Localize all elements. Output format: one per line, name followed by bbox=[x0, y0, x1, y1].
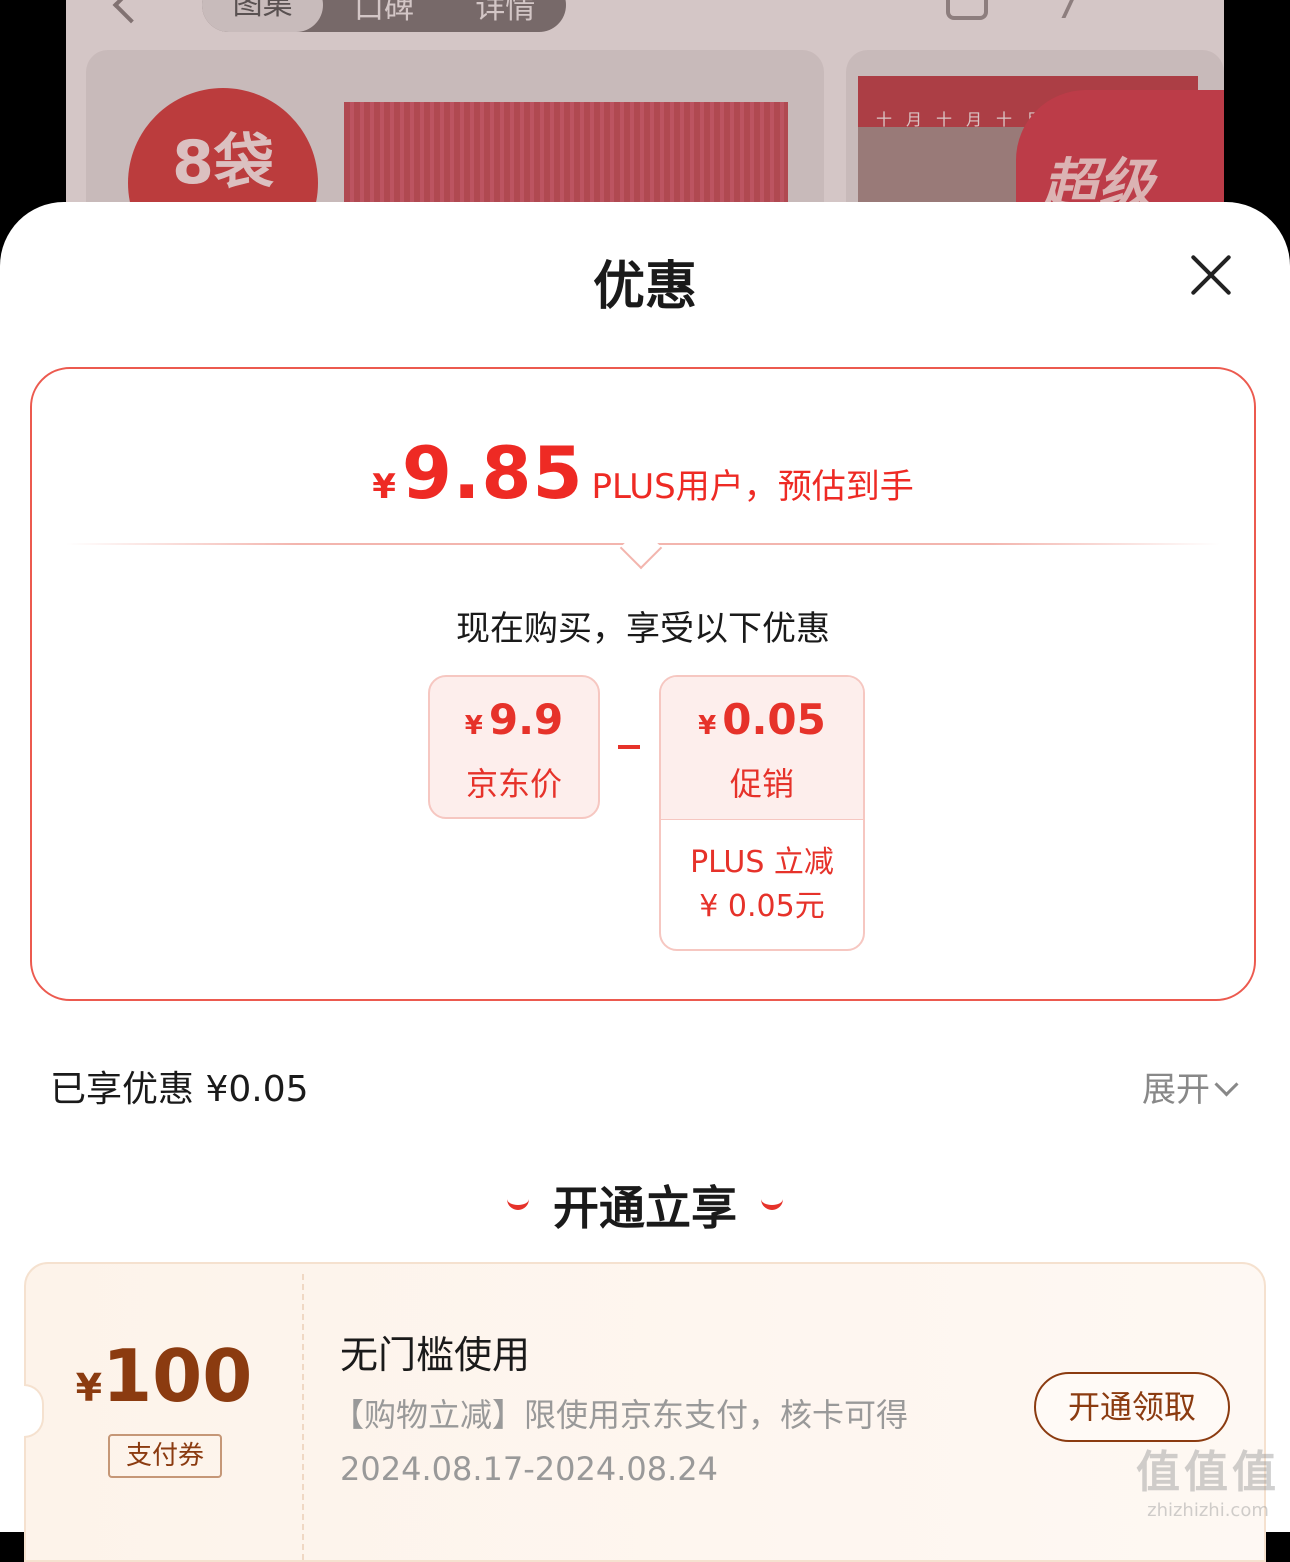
expand-button[interactable]: 展开 bbox=[1142, 1062, 1239, 1111]
promo-chip-header: ¥0.05 促销 bbox=[661, 677, 863, 820]
smile-left-icon bbox=[507, 1193, 529, 1210]
expand-label: 展开 bbox=[1142, 1070, 1210, 1110]
coupon-type-tag: 支付券 bbox=[108, 1434, 222, 1478]
coupon-currency: ¥ bbox=[75, 1366, 103, 1410]
jd-price-value: 9.9 bbox=[488, 695, 564, 744]
watermark-url: zhizhizhi.com bbox=[1147, 1500, 1269, 1521]
buy-now-text: 现在购买，享受以下优惠 bbox=[456, 609, 830, 649]
coupon-date-range: 2024.08.17-2024.08.24 bbox=[340, 1450, 718, 1488]
activate-claim-button[interactable]: 开通领取 bbox=[1034, 1372, 1230, 1442]
discount-sheet: 优惠 ¥9.85 PLUS用户，预估到手 现在购买，享受以下优惠 ¥9.9 京东价… bbox=[0, 202, 1290, 1562]
promo-detail-line1: PLUS 立减 bbox=[690, 845, 834, 880]
promo-label: 促销 bbox=[729, 765, 794, 803]
coupon-value: ¥100 bbox=[26, 1334, 302, 1418]
payment-coupon-card: ¥100 支付券 无门槛使用 【购物立减】限使用京东支付，核卡可得 2024.0… bbox=[24, 1262, 1266, 1562]
chevron-down-icon bbox=[1214, 1072, 1239, 1097]
promo-value: 0.05 bbox=[722, 695, 826, 744]
estimated-price: 9.85 bbox=[401, 431, 584, 515]
jd-price-label: 京东价 bbox=[465, 765, 562, 803]
jd-price-amount: ¥9.9 bbox=[430, 695, 598, 744]
minus-sign bbox=[618, 745, 640, 749]
section-title: 开通立享 bbox=[0, 1172, 1290, 1238]
jd-price-chip: ¥9.9 京东价 bbox=[428, 675, 600, 819]
smile-right-icon bbox=[761, 1193, 783, 1210]
estimate-currency: ¥ bbox=[372, 467, 396, 507]
jd-price-currency: ¥ bbox=[464, 711, 483, 741]
promo-amount: ¥0.05 bbox=[661, 695, 863, 744]
watermark: 值值值 zhizhizhi.com bbox=[1128, 1436, 1288, 1521]
coupon-amount: 100 bbox=[102, 1334, 253, 1418]
estimate-label: PLUS用户，预估到手 bbox=[591, 467, 914, 507]
coupon-separator bbox=[302, 1274, 304, 1560]
section-title-text: 开通立享 bbox=[553, 1181, 737, 1235]
close-icon[interactable] bbox=[1188, 252, 1234, 298]
coupon-title: 无门槛使用 bbox=[340, 1333, 531, 1377]
promo-currency: ¥ bbox=[698, 711, 717, 741]
estimated-price-row: ¥9.85 PLUS用户，预估到手 bbox=[32, 431, 1254, 515]
sheet-title: 优惠 bbox=[592, 257, 697, 317]
watermark-logo: 值值值 bbox=[1136, 1447, 1280, 1498]
coupon-description: 【购物立减】限使用京东支付，核卡可得 bbox=[332, 1396, 909, 1434]
divider-notch bbox=[619, 526, 663, 570]
promo-detail: PLUS 立减 ¥ 0.05元 bbox=[661, 841, 863, 929]
promo-chip: ¥0.05 促销 PLUS 立减 ¥ 0.05元 bbox=[659, 675, 865, 951]
price-breakdown-card: ¥9.85 PLUS用户，预估到手 现在购买，享受以下优惠 ¥9.9 京东价 ¥0… bbox=[30, 367, 1256, 1001]
promo-detail-line2: ¥ 0.05元 bbox=[699, 889, 825, 924]
enjoyed-discount-summary: 已享优惠 ¥0.05 bbox=[50, 1069, 309, 1110]
